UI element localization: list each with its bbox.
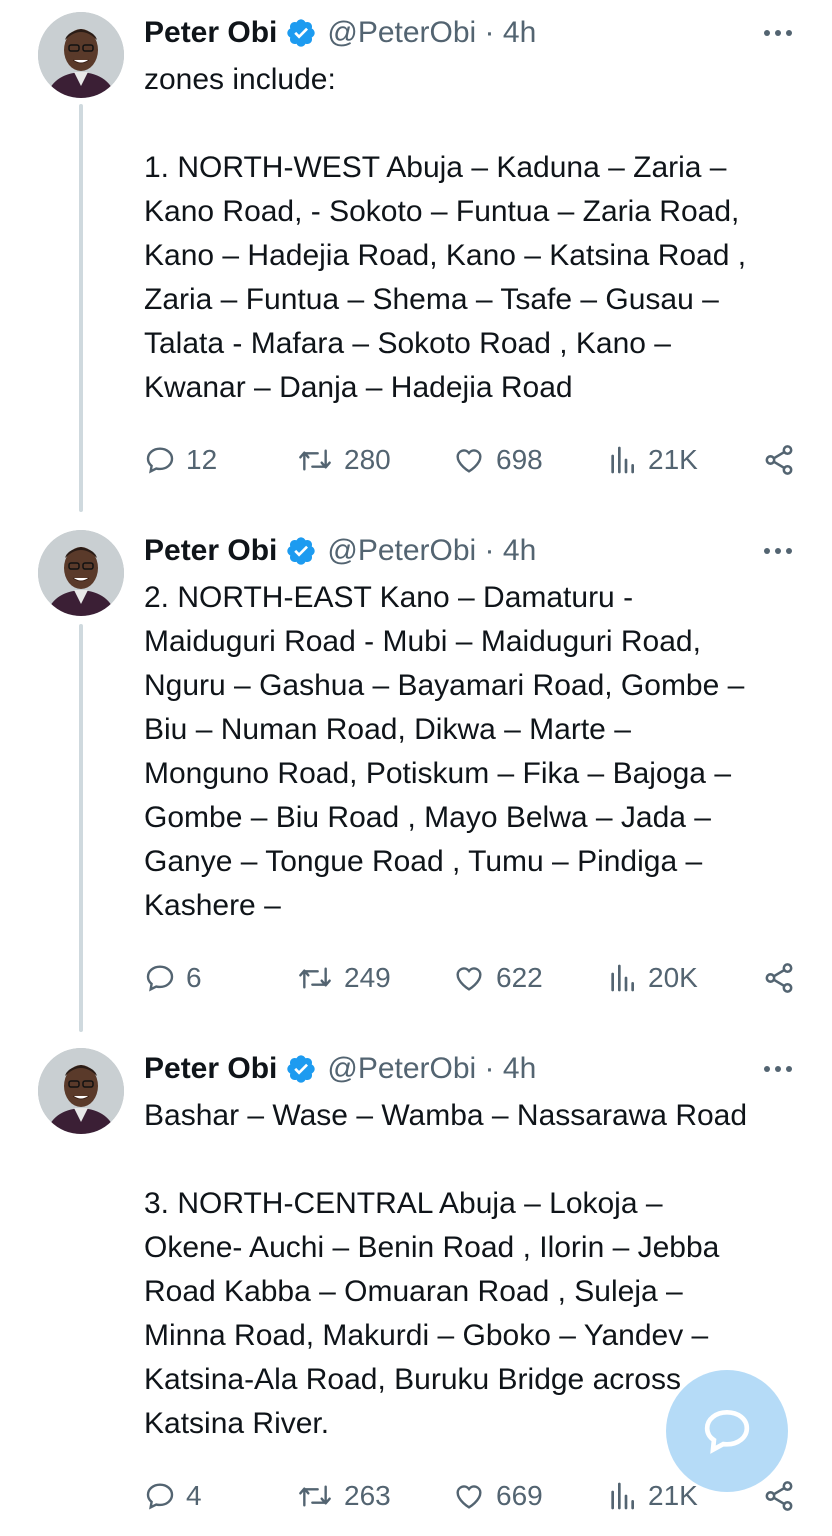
reply-count: 12 [186, 444, 218, 475]
share-button[interactable] [762, 1479, 796, 1513]
tweet-header: Peter Obi @PeterObi · 4h [144, 531, 536, 571]
author-name[interactable]: Peter Obi [144, 534, 277, 568]
reply-icon [146, 447, 174, 474]
like-count: 669 [496, 1480, 543, 1511]
tweet-header: Peter Obi @PeterObi · 4h [144, 1049, 536, 1089]
like-count: 622 [496, 962, 543, 993]
repost-button[interactable]: 280 [296, 444, 452, 476]
tweet-text: zones include: 1. NORTH-WEST Abuja – Kad… [144, 63, 747, 404]
like-icon [456, 449, 482, 473]
tweet[interactable]: Peter Obi @PeterObi · 4h 2. NORTH-EAST K… [0, 518, 832, 1028]
like-icon [456, 1485, 482, 1509]
repost-icon [299, 1485, 331, 1507]
views-icon [611, 446, 634, 474]
reply-count: 6 [186, 962, 202, 993]
like-icon [456, 967, 482, 991]
like-count: 698 [496, 444, 543, 475]
views-count: 21K [648, 1480, 698, 1511]
compose-button[interactable] [666, 1370, 788, 1492]
reply-button[interactable]: 4 [144, 1480, 296, 1512]
verified-badge-icon [285, 1053, 317, 1085]
author-name[interactable]: Peter Obi [144, 16, 277, 50]
tweet-actions: 12 280 698 21K [144, 440, 796, 480]
like-button[interactable]: 669 [452, 1480, 606, 1512]
like-button[interactable]: 698 [452, 444, 606, 476]
share-button[interactable] [762, 443, 796, 477]
tweet[interactable]: Peter Obi @PeterObi · 4h zones include: … [0, 0, 832, 510]
author-handle[interactable]: @PeterObi · 4h [327, 16, 536, 50]
avatar[interactable] [38, 530, 124, 616]
author-name[interactable]: Peter Obi [144, 1052, 277, 1086]
tweet-actions: 6 249 622 20K [144, 958, 796, 998]
share-icon [765, 963, 793, 993]
tweet-text: 2. NORTH-EAST Kano – Damaturu - Maidugur… [144, 581, 745, 922]
avatar[interactable] [38, 12, 124, 98]
views-button[interactable]: 21K [606, 444, 698, 476]
author-handle[interactable]: @PeterObi · 4h [327, 1052, 536, 1086]
views-button[interactable]: 21K [606, 1480, 698, 1512]
repost-button[interactable]: 263 [296, 1480, 452, 1512]
views-icon [611, 1482, 634, 1510]
repost-count: 280 [344, 444, 391, 475]
repost-icon [299, 967, 331, 989]
views-count: 20K [648, 962, 698, 993]
reply-icon [146, 1483, 174, 1510]
repost-count: 263 [344, 1480, 391, 1511]
views-button[interactable]: 20K [606, 962, 698, 994]
verified-badge-icon [285, 535, 317, 567]
compose-icon [704, 1409, 750, 1454]
repost-icon [299, 449, 331, 471]
views-icon [611, 964, 634, 992]
author-handle[interactable]: @PeterObi · 4h [327, 534, 536, 568]
reply-button[interactable]: 12 [144, 444, 296, 476]
avatar[interactable] [38, 1048, 124, 1134]
more-icon[interactable] [764, 13, 792, 53]
more-icon[interactable] [764, 1049, 792, 1089]
reply-count: 4 [186, 1480, 202, 1511]
repost-count: 249 [344, 962, 391, 993]
reply-icon [146, 965, 174, 992]
like-button[interactable]: 622 [452, 962, 606, 994]
share-icon [765, 445, 793, 475]
repost-button[interactable]: 249 [296, 962, 452, 994]
views-count: 21K [648, 444, 698, 475]
verified-badge-icon [285, 17, 317, 49]
tweet-header: Peter Obi @PeterObi · 4h [144, 13, 536, 53]
share-button[interactable] [762, 961, 796, 995]
share-icon [765, 1481, 793, 1511]
more-icon[interactable] [764, 531, 792, 571]
reply-button[interactable]: 6 [144, 962, 296, 994]
